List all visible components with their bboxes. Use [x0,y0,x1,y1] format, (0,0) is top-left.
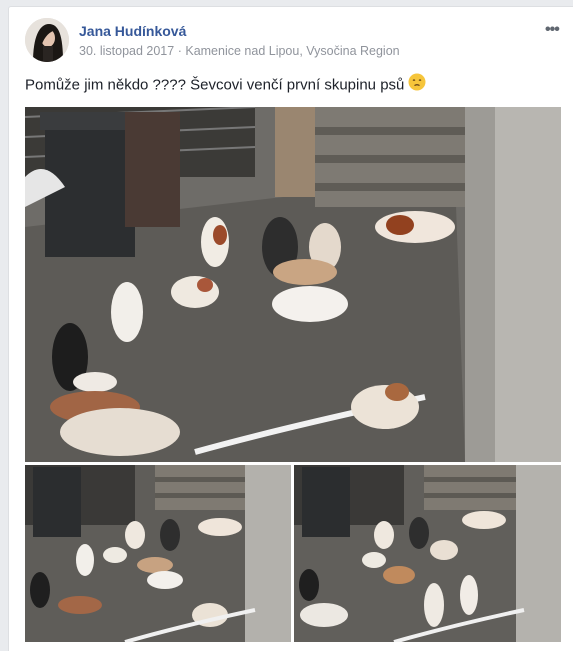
post-text: Pomůže jim někdo ???? Ševcovi venčí prvn… [25,73,426,95]
post-card: Jana Hudínková 30. listopad 2017 · Kamen… [8,6,573,651]
meta-separator: · [177,44,182,58]
post-text-content: Pomůže jim někdo ???? Ševcovi venčí prvn… [25,76,405,94]
author-name-link[interactable]: Jana Hudínková [79,23,186,39]
more-options-icon[interactable]: ••• [545,21,560,39]
main-photo[interactable] [25,107,561,462]
main-photo-image [25,107,561,462]
disappointed-face-emoji-icon [408,73,426,95]
thumbnail-1-image [25,465,291,642]
thumbnail-2-image [294,465,561,642]
post-location-link[interactable]: Kamenice nad Lipou, Vysočina Region [185,44,399,58]
post-date-link[interactable]: 30. listopad 2017 [79,44,174,58]
post-meta: 30. listopad 2017 · Kamenice nad Lipou, … [79,44,400,58]
thumbnail-2[interactable] [294,465,561,642]
author-avatar[interactable] [25,18,69,62]
avatar-image [25,18,69,62]
thumbnail-1[interactable] [25,465,291,642]
